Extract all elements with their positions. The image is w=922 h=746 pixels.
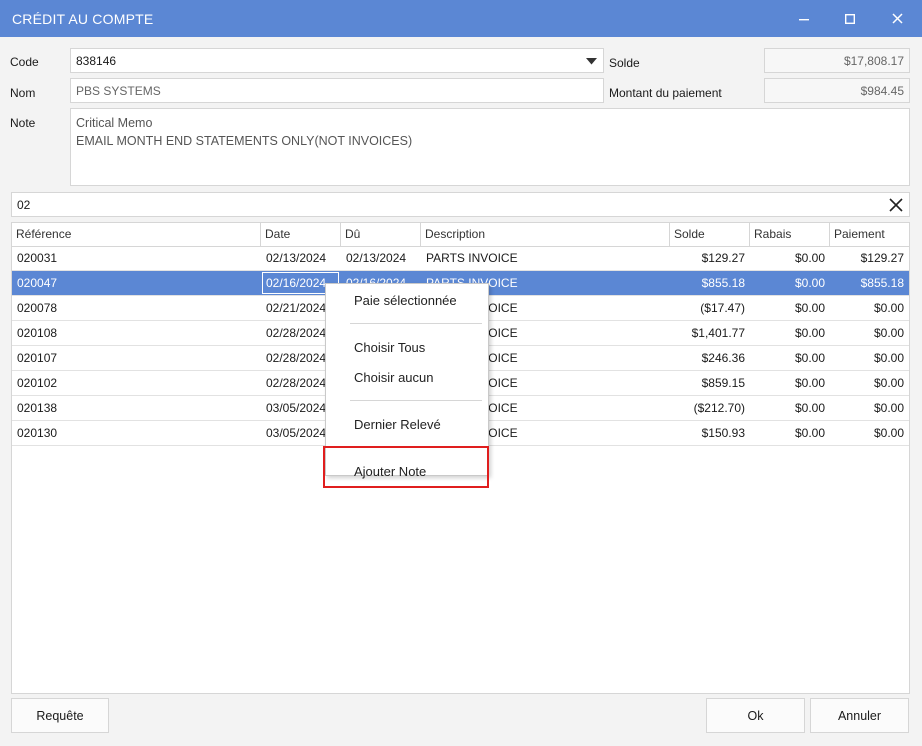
cell-description: PARTS INVOICE	[426, 251, 518, 265]
cell-solde: ($17.47)	[700, 301, 745, 315]
cell-paiement: $0.00	[873, 426, 904, 440]
clear-filter-icon[interactable]	[889, 198, 903, 212]
column-header-date[interactable]: Date	[261, 223, 341, 246]
cell-solde: $1,401.77	[691, 326, 745, 340]
cell-solde: $150.93	[701, 426, 745, 440]
cell-rabais: $0.00	[794, 326, 825, 340]
cell-reference: 020031	[17, 251, 58, 265]
cell-reference: 020102	[17, 376, 58, 390]
table-row[interactable]: 020031 02/13/2024 02/13/2024 PARTS INVOICE $…	[12, 246, 909, 271]
nom-label: Nom	[10, 86, 36, 100]
note-line-2: EMAIL MONTH END STATEMENTS ONLY(NOT INVO…	[76, 134, 413, 148]
cell-date: 02/13/2024	[266, 251, 327, 265]
cell-solde: $246.36	[701, 351, 745, 365]
cell-paiement: $0.00	[873, 376, 904, 390]
menu-item-paie-selectionnee[interactable]: Paie sélectionnée	[326, 289, 488, 313]
nom-value: PBS SYSTEMS	[76, 83, 161, 98]
cell-rabais: $0.00	[794, 276, 825, 290]
cell-rabais: $0.00	[794, 251, 825, 265]
window-title: CRÉDIT AU COMPTE	[12, 11, 154, 27]
cell-rabais: $0.00	[794, 426, 825, 440]
close-icon	[891, 13, 903, 24]
cell-paiement: $0.00	[873, 326, 904, 340]
cell-rabais: $0.00	[794, 376, 825, 390]
code-value: 838146	[76, 53, 117, 68]
note-line-1: Critical Memo	[76, 116, 153, 130]
column-header-du[interactable]: Dû	[341, 223, 421, 246]
minimize-button[interactable]	[782, 0, 826, 37]
cell-reference: 020130	[17, 426, 58, 440]
menu-item-choisir-aucun[interactable]: Choisir aucun	[326, 366, 488, 390]
cell-solde: ($212.70)	[693, 401, 745, 415]
column-header-description[interactable]: Description	[421, 223, 670, 246]
chevron-down-icon	[586, 58, 597, 65]
cell-paiement: $0.00	[873, 401, 904, 415]
menu-separator	[350, 400, 482, 401]
cell-reference: 020138	[17, 401, 58, 415]
cell-paiement: $0.00	[873, 351, 904, 365]
annuler-button[interactable]: Annuler	[810, 698, 909, 733]
menu-item-dernier-releve[interactable]: Dernier Relevé	[326, 413, 488, 437]
cell-reference: 020047	[17, 276, 58, 290]
column-header-reference[interactable]: Référence	[12, 223, 261, 246]
code-label: Code	[10, 55, 39, 69]
cell-du: 02/13/2024	[346, 251, 407, 265]
cell-rabais: $0.00	[794, 351, 825, 365]
filter-input[interactable]: 02	[11, 192, 910, 217]
cell-rabais: $0.00	[794, 301, 825, 315]
cell-reference: 020107	[17, 351, 58, 365]
maximize-icon	[845, 13, 855, 24]
close-window-button[interactable]	[875, 0, 919, 37]
cell-solde: $859.15	[701, 376, 745, 390]
cell-reference: 020078	[17, 301, 58, 315]
cell-rabais: $0.00	[794, 401, 825, 415]
montant-value: $984.45	[860, 83, 904, 98]
note-label: Note	[10, 116, 36, 130]
menu-separator	[350, 323, 482, 324]
title-bar: CRÉDIT AU COMPTE	[0, 0, 922, 37]
montant-label: Montant du paiement	[609, 86, 722, 100]
table-header: Référence Date Dû Description Solde Raba…	[12, 223, 909, 247]
highlight-box	[323, 446, 489, 488]
note-field[interactable]: Critical Memo EMAIL MONTH END STATEMENTS…	[70, 108, 910, 186]
solde-value: $17,808.17	[843, 53, 904, 68]
solde-label: Solde	[609, 56, 640, 70]
minimize-icon	[799, 18, 809, 20]
cell-paiement: $0.00	[873, 301, 904, 315]
cell-paiement: $129.27	[860, 251, 904, 265]
cell-solde: $855.18	[701, 276, 745, 290]
menu-item-choisir-tous[interactable]: Choisir Tous	[326, 336, 488, 360]
nom-field[interactable]: PBS SYSTEMS	[70, 78, 604, 103]
column-header-rabais[interactable]: Rabais	[750, 223, 830, 246]
cell-reference: 020108	[17, 326, 58, 340]
code-combobox[interactable]: 838146	[70, 48, 604, 73]
ok-button[interactable]: Ok	[706, 698, 805, 733]
cell-paiement: $855.18	[860, 276, 904, 290]
cell-solde: $129.27	[701, 251, 745, 265]
column-header-solde[interactable]: Solde	[670, 223, 750, 246]
column-header-paiement[interactable]: Paiement	[830, 223, 909, 246]
maximize-button[interactable]	[828, 0, 872, 37]
requete-button[interactable]: Requête	[11, 698, 109, 733]
filter-value: 02	[17, 197, 31, 212]
montant-field: $984.45	[764, 78, 910, 103]
solde-field: $17,808.17	[764, 48, 910, 73]
